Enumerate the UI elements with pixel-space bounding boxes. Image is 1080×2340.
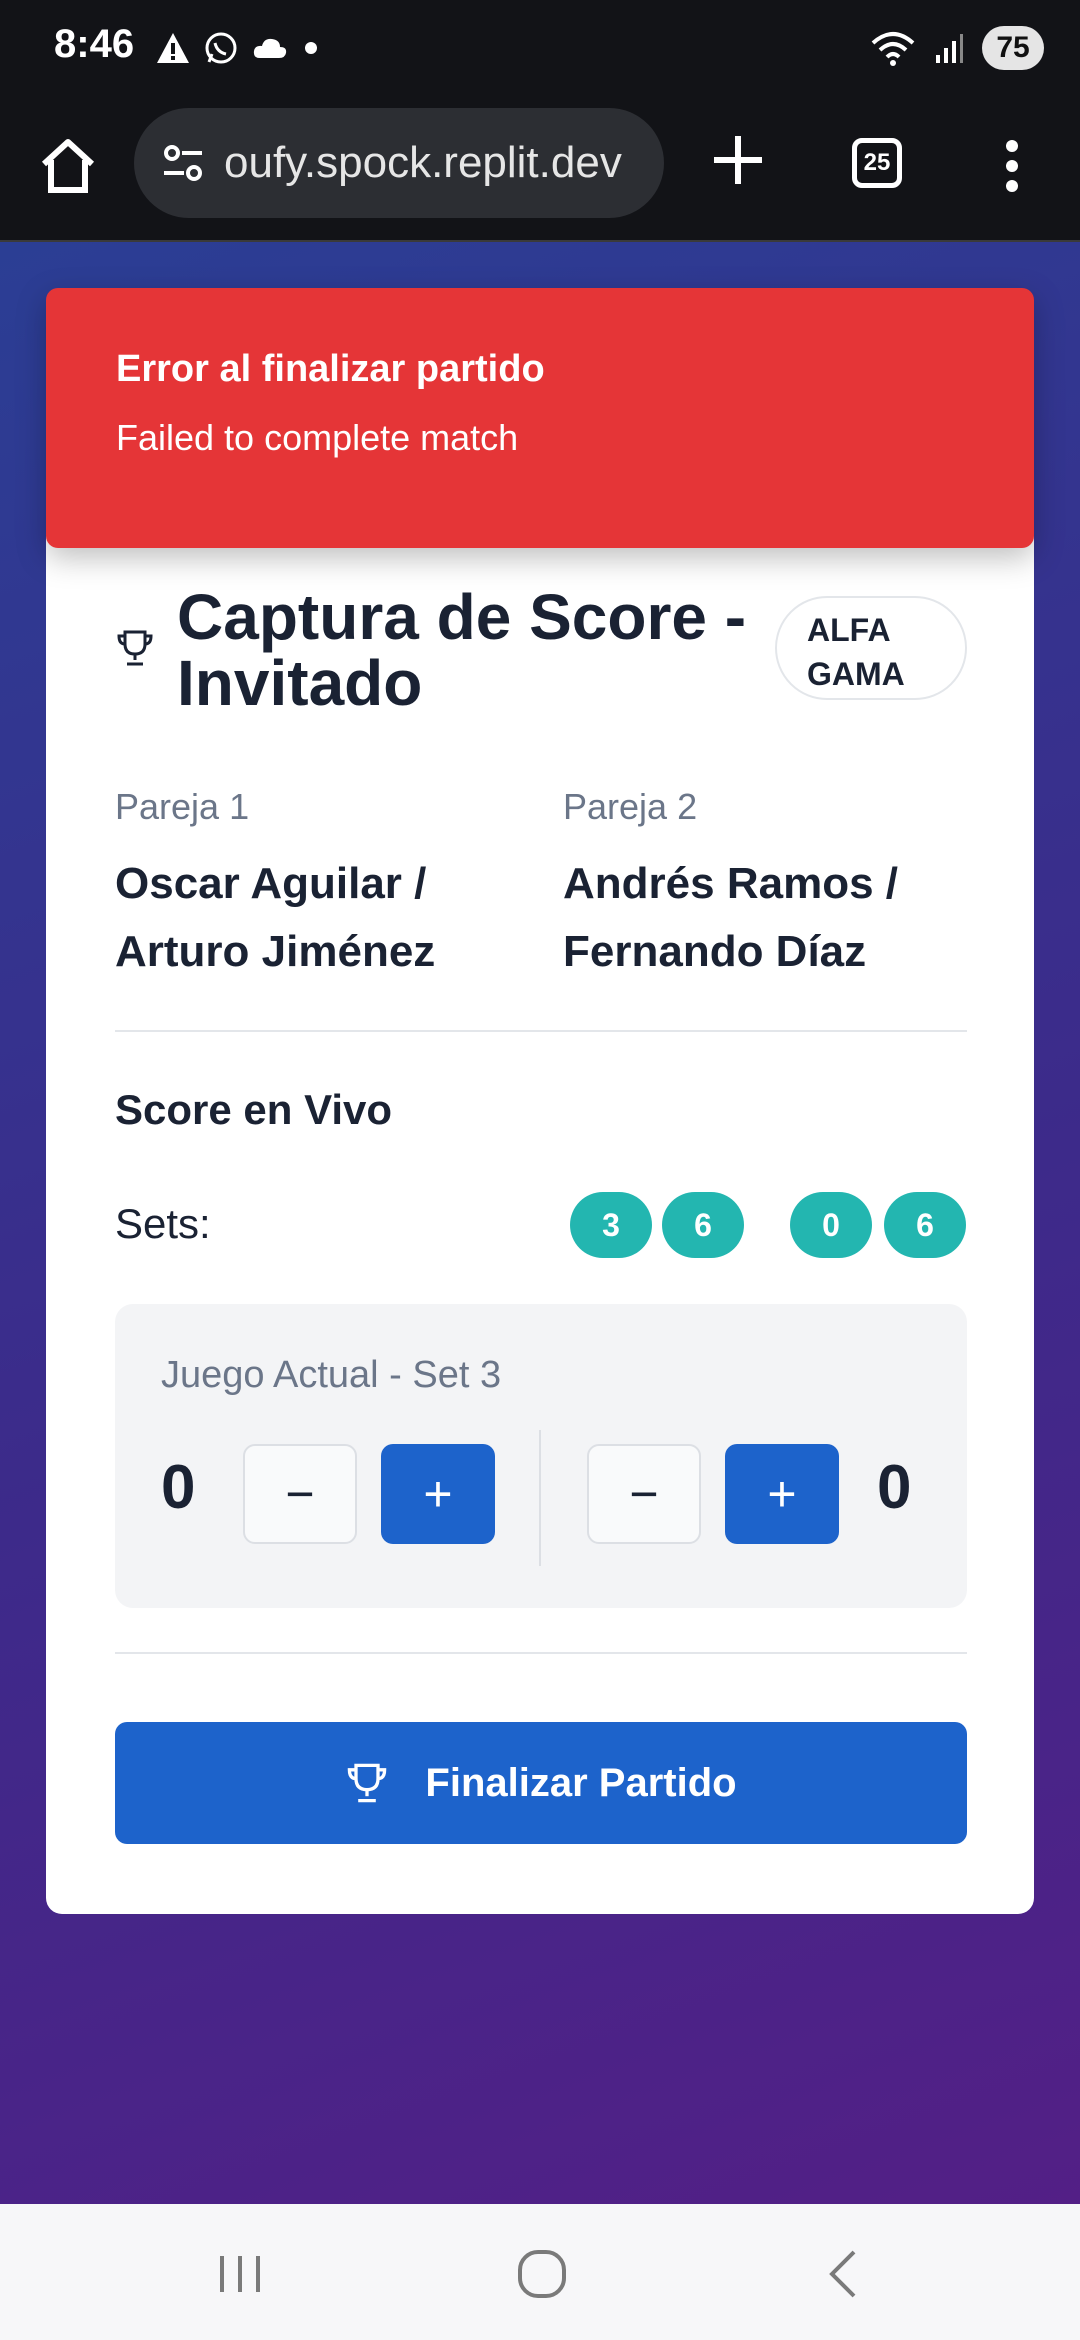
battery-indicator: 75 [982,26,1044,70]
sets-label: Sets: [115,1200,211,1247]
browser-toolbar: oufy.spock.replit.dev 25 [0,100,1080,242]
status-bar: 8:46 75 [0,0,1080,100]
group-badge: ALFA GAMA [775,596,967,700]
trophy-icon [117,630,153,666]
tab-switcher-button[interactable]: 25 [852,138,902,188]
score-heading: Score en Vivo [115,1086,393,1133]
divider [115,1652,967,1654]
status-time: 8:46 [54,22,135,66]
team-1-plus-button[interactable]: + [381,1444,495,1544]
pair-2-names: Andrés Ramos / Fernando Díaz [563,859,898,976]
toast-description: Failed to complete match [116,417,519,458]
pair-2-label: Pareja 2 [563,786,698,827]
team-separator [539,1430,541,1566]
trophy-icon [348,1763,387,1803]
signal-icon [936,34,963,63]
address-bar[interactable]: oufy.spock.replit.dev [134,108,664,218]
team-2-plus-button[interactable]: + [725,1444,839,1544]
set-score-chip: 6 [884,1192,966,1258]
system-navigation-bar [0,2204,1080,2340]
page-title: Captura de Score - Invitado [177,581,747,719]
whatsapp-icon [205,32,237,64]
home-icon[interactable] [36,134,100,198]
team-2-points: 0 [877,1453,912,1522]
divider [115,1030,967,1032]
finalize-match-button[interactable]: Finalizar Partido [115,1722,967,1844]
finalize-match-label: Finalizar Partido [425,1760,737,1805]
pair-1-label: Pareja 1 [115,786,250,827]
back-icon[interactable] [814,2244,874,2304]
more-options-icon[interactable] [990,136,1034,196]
set-score-chip: 6 [662,1192,744,1258]
toast-title: Error al finalizar partido [116,348,545,390]
pair-1-names: Oscar Aguilar / Arturo Jiménez [115,859,436,976]
current-game-label: Juego Actual - Set 3 [161,1354,502,1396]
wifi-icon [871,32,915,66]
pair-1: Pareja 1 Oscar Aguilar / Arturo Jiménez [115,786,535,986]
cloud-icon [253,38,287,58]
set-score-chip: 3 [570,1192,652,1258]
site-settings-icon[interactable] [154,133,214,193]
status-system-icons: 75 [870,26,1044,70]
url-text: oufy.spock.replit.dev [224,138,622,187]
new-tab-icon[interactable] [708,130,768,190]
status-notification-icons [155,30,321,66]
warning-icon [157,33,189,63]
error-toast[interactable]: Error al finalizar partido Failed to com… [46,288,1034,548]
card-header: Captura de Score - Invitado ALFA GAMA [115,584,967,716]
pair-2: Pareja 2 Andrés Ramos / Fernando Díaz [563,786,983,986]
current-game-panel: Juego Actual - Set 3 0 − + − + 0 [115,1304,967,1608]
set-score-chip: 0 [790,1192,872,1258]
recent-apps-icon[interactable] [210,2244,270,2304]
team-2-minus-button[interactable]: − [587,1444,701,1544]
team-1-points: 0 [161,1453,196,1522]
dot-icon [305,42,317,54]
team-1-minus-button[interactable]: − [243,1444,357,1544]
home-nav-icon[interactable] [512,2244,572,2304]
